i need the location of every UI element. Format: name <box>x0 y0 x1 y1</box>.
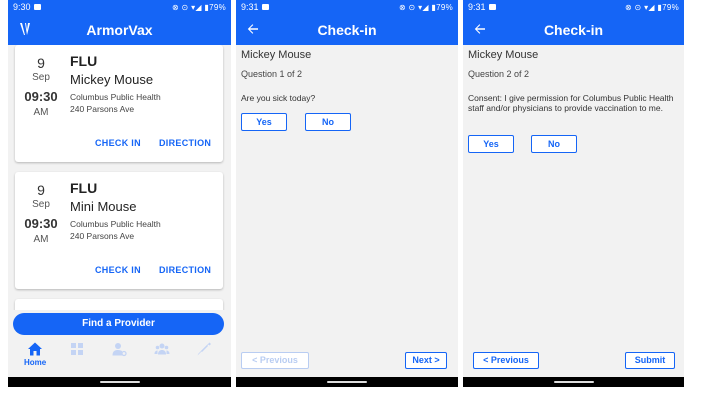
patient-name: Mickey Mouse <box>241 49 312 61</box>
direction-button[interactable]: DIRECTION <box>159 265 211 275</box>
question-text: Consent: I give permission for Columbus … <box>468 93 674 113</box>
home-icon <box>28 342 43 356</box>
nav-family[interactable] <box>147 341 177 357</box>
app-bar: ArmorVax <box>8 14 231 45</box>
previous-button[interactable]: < Previous <box>241 352 309 369</box>
appointment-day: 9 <box>15 309 67 310</box>
home-screen: 9:30 ⊗ ⊙ ▾◢ ▮79% ArmorVax 9 Sep 09:30 AM… <box>8 0 231 387</box>
notification-icon <box>261 4 269 10</box>
back-arrow-icon[interactable] <box>472 21 488 37</box>
appointment-card[interactable]: 9 FLU <box>15 299 223 310</box>
question-progress: Question 2 of 2 <box>468 69 530 79</box>
appointment-list[interactable]: 9 Sep 09:30 AM FLU Mickey Mouse Columbus… <box>8 45 231 310</box>
appointment-card[interactable]: 9 Sep 09:30 AM FLU Mickey Mouse Columbus… <box>15 45 223 162</box>
home-indicator[interactable] <box>99 381 140 383</box>
patient-name: Mini Mouse <box>70 199 137 214</box>
appointment-month: Sep <box>32 72 50 83</box>
status-bar: 9:30 ⊗ ⊙ ▾◢ ▮79% <box>8 0 231 14</box>
question-progress: Question 1 of 2 <box>241 69 303 79</box>
yes-button[interactable]: Yes <box>468 135 514 153</box>
provider-address: 240 Parsons Ave <box>70 231 135 241</box>
find-provider-button[interactable]: Find a Provider <box>13 313 224 335</box>
appointment-month: Sep <box>32 199 50 210</box>
nav-profile[interactable] <box>104 341 134 357</box>
submit-button[interactable]: Submit <box>625 352 675 369</box>
grid-icon <box>71 343 84 355</box>
yes-button[interactable]: Yes <box>241 113 287 131</box>
provider-location: Columbus Public Health <box>70 219 161 229</box>
no-button[interactable]: No <box>305 113 351 131</box>
syringe-icon <box>197 342 211 356</box>
status-indicators: ⊗ ⊙ ▾◢ ▮79% <box>625 2 679 12</box>
check-in-screen-question-2: 9:31 ⊗ ⊙ ▾◢ ▮79% Check-in Mickey Mouse Q… <box>463 0 684 387</box>
home-indicator[interactable] <box>553 381 594 383</box>
screen-title: Check-in <box>317 21 377 38</box>
app-title: ArmorVax <box>86 21 153 38</box>
next-button[interactable]: Next > <box>405 352 447 369</box>
system-nav-bar <box>8 377 231 387</box>
status-bar: 9:31 ⊗ ⊙ ▾◢ ▮79% <box>236 0 458 14</box>
vaccine-type: FLU <box>70 307 97 310</box>
status-bar: 9:31 ⊗ ⊙ ▾◢ ▮79% <box>463 0 684 14</box>
appointment-card[interactable]: 9 Sep 09:30 AM FLU Mini Mouse Columbus P… <box>15 172 223 289</box>
patient-name: Mickey Mouse <box>70 72 154 87</box>
notification-icon <box>33 4 41 10</box>
nav-vaccines[interactable] <box>189 341 219 357</box>
status-time: 9:31 <box>241 2 259 12</box>
shield-icon <box>17 21 33 37</box>
direction-button[interactable]: DIRECTION <box>159 138 211 148</box>
notification-icon <box>488 4 496 10</box>
nav-home[interactable]: Home <box>20 341 50 367</box>
previous-button[interactable]: < Previous <box>473 352 539 369</box>
check-in-button[interactable]: CHECK IN <box>95 265 141 275</box>
app-bar: Check-in <box>236 14 458 45</box>
patient-name: Mickey Mouse <box>468 49 539 61</box>
status-time: 9:30 <box>13 2 31 12</box>
vaccine-type: FLU <box>70 53 98 69</box>
provider-location: Columbus Public Health <box>70 92 161 102</box>
appointment-day: 9 <box>37 182 45 198</box>
provider-address: 240 Parsons Ave <box>70 104 135 114</box>
bottom-navigation: Home <box>8 341 231 377</box>
system-nav-bar <box>236 377 458 387</box>
appointment-time: 09:30 <box>24 216 58 231</box>
appointment-day: 9 <box>37 55 45 71</box>
check-in-screen-question-1: 9:31 ⊗ ⊙ ▾◢ ▮79% Check-in Mickey Mouse Q… <box>236 0 458 387</box>
appointment-ampm: AM <box>33 107 49 118</box>
screen-title: Check-in <box>543 21 604 38</box>
nav-home-label: Home <box>23 358 47 367</box>
appointment-ampm: AM <box>33 234 49 245</box>
nav-grid[interactable] <box>62 341 92 357</box>
system-nav-bar <box>463 377 684 387</box>
user-settings-icon <box>112 343 128 357</box>
vaccine-type: FLU <box>70 180 98 196</box>
appointment-time: 09:30 <box>24 89 58 104</box>
back-arrow-icon[interactable] <box>245 21 261 37</box>
status-time: 9:31 <box>468 2 486 12</box>
home-indicator[interactable] <box>327 381 367 383</box>
question-text: Are you sick today? <box>241 93 316 103</box>
group-icon <box>154 343 170 355</box>
no-button[interactable]: No <box>531 135 577 153</box>
check-in-button[interactable]: CHECK IN <box>95 138 141 148</box>
status-indicators: ⊗ ⊙ ▾◢ ▮79% <box>399 2 453 12</box>
status-indicators: ⊗ ⊙ ▾◢ ▮79% <box>172 2 226 12</box>
app-bar: Check-in <box>463 14 684 45</box>
